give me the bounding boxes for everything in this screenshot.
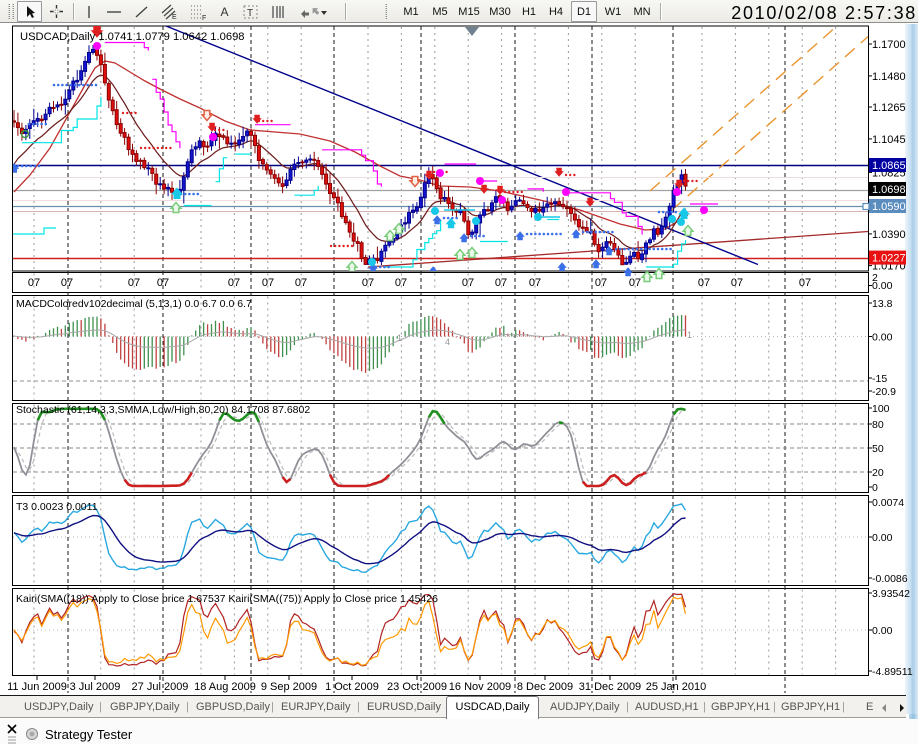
svg-text:07: 07 (731, 277, 743, 289)
svg-text:07: 07 (295, 277, 307, 289)
svg-text:07: 07 (262, 277, 274, 289)
svg-text:07: 07 (395, 277, 407, 289)
svg-text:1.1045: 1.1045 (872, 134, 906, 146)
svg-text:07: 07 (495, 277, 507, 289)
svg-text:07: 07 (128, 277, 140, 289)
svg-text:07: 07 (362, 277, 374, 289)
svg-text:07: 07 (529, 277, 541, 289)
svg-text:1.0390: 1.0390 (872, 229, 906, 241)
svg-text:07: 07 (28, 277, 40, 289)
svg-text:07: 07 (629, 277, 641, 289)
svg-text:T3 0.0023 0.0011: T3 0.0023 0.0011 (16, 501, 98, 513)
svg-text:0.00: 0.00 (872, 280, 893, 292)
svg-text:-0.0086: -0.0086 (872, 573, 908, 585)
svg-text:0.00: 0.00 (872, 532, 893, 544)
svg-text:11 Jun 2009: 11 Jun 2009 (7, 681, 67, 693)
svg-text:13.8: 13.8 (872, 298, 893, 310)
svg-text:0.0074: 0.0074 (872, 497, 904, 509)
svg-text:8 Dec 2009: 8 Dec 2009 (517, 681, 573, 693)
svg-text:07: 07 (799, 277, 811, 289)
svg-text:Stochastic (61,14,3,3,SMMA,Low: Stochastic (61,14,3,3,SMMA,Low/High,80,2… (16, 404, 310, 416)
svg-text:07: 07 (595, 277, 607, 289)
svg-text:20: 20 (872, 467, 884, 479)
svg-text:1 Oct 2009: 1 Oct 2009 (325, 681, 379, 693)
svg-text:1: 1 (687, 330, 692, 340)
svg-text:100: 100 (872, 403, 890, 415)
svg-text:1: 1 (397, 333, 402, 343)
svg-text:23 Oct 2009: 23 Oct 2009 (387, 681, 447, 693)
svg-text:1.0590: 1.0590 (872, 201, 906, 213)
svg-text:0.00: 0.00 (872, 625, 893, 637)
svg-text:18 Aug 2009: 18 Aug 2009 (194, 681, 256, 693)
svg-text:1.1480: 1.1480 (872, 71, 906, 83)
svg-text:25 Jan 2010: 25 Jan 2010 (646, 681, 707, 693)
svg-text:07: 07 (157, 277, 169, 289)
svg-text:3 Jul 2009: 3 Jul 2009 (70, 681, 121, 693)
svg-text:1.1700: 1.1700 (872, 39, 906, 51)
svg-text:1.0698: 1.0698 (872, 184, 906, 196)
svg-text:0: 0 (872, 482, 878, 494)
svg-text:USDCAD,Daily 1.0741 1.0779 1.: USDCAD,Daily 1.0741 1.0779 1.0642 1.0698 (20, 31, 245, 43)
svg-text:1.1265: 1.1265 (872, 102, 906, 114)
svg-text:1.0865: 1.0865 (872, 160, 906, 172)
svg-text:50: 50 (872, 443, 884, 455)
svg-text:4: 4 (445, 337, 450, 347)
svg-text:27 Jul 2009: 27 Jul 2009 (132, 681, 189, 693)
svg-text:07: 07 (61, 277, 73, 289)
svg-text:80: 80 (872, 419, 884, 431)
svg-text:9 Sep 2009: 9 Sep 2009 (261, 681, 317, 693)
svg-text:1.0227: 1.0227 (872, 253, 906, 265)
svg-text:07: 07 (228, 277, 240, 289)
svg-text:07: 07 (462, 277, 474, 289)
svg-text:0.00: 0.00 (872, 332, 893, 344)
svg-text:07: 07 (698, 277, 710, 289)
svg-text:-4.89511: -4.89511 (872, 666, 913, 678)
svg-text:Kairi(SMA((18)) Apply to Close: Kairi(SMA((18)) Apply to Close price 1.6… (16, 593, 438, 605)
svg-text:MACDColoredv102decimal (5,13,1: MACDColoredv102decimal (5,13,1) 0.0 6.7 … (16, 298, 252, 310)
svg-text:3.93542: 3.93542 (872, 588, 910, 600)
svg-text:16 Nov 2009: 16 Nov 2009 (449, 681, 511, 693)
svg-text:31 Dec 2009: 31 Dec 2009 (579, 681, 641, 693)
svg-text:-20.9: -20.9 (872, 386, 896, 398)
svg-text:-15: -15 (872, 373, 887, 385)
